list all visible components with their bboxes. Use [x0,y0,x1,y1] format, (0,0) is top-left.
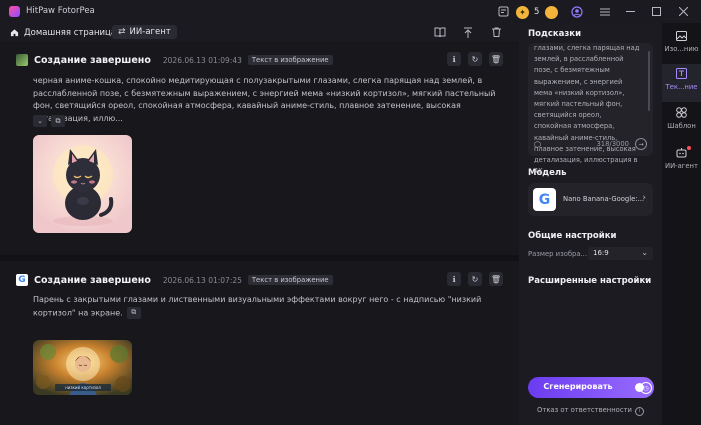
google-icon: G [16,274,28,286]
prompt-text: Парень с закрытыми глазами и лиственными… [33,294,503,320]
delete-icon[interactable]: 🗑 [489,272,503,286]
book-icon[interactable] [433,25,447,39]
generate-button[interactable]: Сгенерировать ◷ [528,377,654,398]
copy-icon[interactable]: ⧉ [126,306,141,319]
expand-icon[interactable]: ⌄ [33,115,47,127]
gallery-icon[interactable] [497,5,510,18]
menu-icon[interactable] [598,5,611,18]
model-title: Модель [528,168,567,178]
settings-panel: Подсказки глазами, слегка парящая над зе… [519,23,662,425]
card-header: Создание завершено 2026.06.13 01:09:43 Т… [16,53,333,67]
hints-title: Подсказки [528,29,582,39]
card-actions: ℹ ↻ 🗑 [440,52,503,66]
image-size-select[interactable]: 16:9 ⌄ [588,247,653,260]
home-label: Домашняя страница [24,27,117,38]
minimize-icon[interactable] [624,5,637,18]
trash-icon[interactable] [489,25,503,39]
generation-card: Создание завершено 2026.06.13 01:09:43 Т… [0,41,519,255]
clock-icon: ◷ [640,382,652,394]
tab-ai-agent[interactable]: ⇄ ИИ-агент [112,25,177,39]
prompt-textarea[interactable]: глазами, слегка парящая над землей, в ра… [534,43,640,177]
home-button[interactable]: Домашняя страница [10,26,116,39]
prompt-content: Парень с закрытыми глазами и лиственными… [33,295,482,317]
premium-icon [545,5,559,19]
model-name: Nano Banana-Google:... [563,195,645,203]
app-logo [9,6,20,17]
credits-widget[interactable]: ✦ 5 [516,5,559,19]
generation-feed: Создание завершено 2026.06.13 01:09:43 Т… [0,41,519,425]
card-time: 2026.06.13 01:09:43 [162,55,242,65]
notification-dot [687,146,691,150]
disclaimer-text: Отказ от ответственности [537,406,632,414]
card-time: 2026.06.13 01:07:25 [162,275,242,285]
scrollbar[interactable] [648,51,650,111]
credits-count: 5 [534,7,540,17]
generation-card: G Создание завершено 2026.06.13 01:07:25… [0,261,519,425]
main-toolbar: Домашняя страница ⇄ ИИ-агент [0,23,519,41]
regenerate-icon[interactable]: ↻ [468,52,482,66]
info-icon[interactable]: ℹ [447,272,461,286]
regenerate-icon[interactable]: ↻ [468,272,482,286]
card-title: Создание завершено [34,54,151,66]
size-value: 16:9 [593,249,609,257]
disclaimer-link[interactable]: Отказ от ответственности i [519,406,662,416]
info-icon: i [634,407,644,416]
copy-icon[interactable]: ⧉ [51,115,65,127]
generate-label: Сгенерировать [543,382,613,391]
card-title: Создание завершено [34,274,151,286]
prompt-footer: ⬡ 318/3000 → [534,138,647,150]
rail-item-text-to-image[interactable]: Тек...ние [662,64,701,102]
agent-tab-label: ИИ-агент [129,27,171,37]
generated-image[interactable] [33,135,132,233]
chevron-down-icon: ⌄ [641,248,648,257]
swap-icon: ⇄ [118,27,126,37]
mode-badge: Текст в изображение [247,55,333,65]
rail-item-template[interactable]: Шаблон [662,103,701,141]
rail-label: Изо...нию [664,45,699,53]
model-selector[interactable]: G Nano Banana-Google:... › [528,183,653,216]
maximize-icon[interactable] [650,5,663,18]
delete-icon[interactable]: 🗑 [489,52,503,66]
cube-icon[interactable]: ⬡ [534,140,541,149]
advanced-settings-title[interactable]: Расширенные настройки [528,276,651,286]
arrow-right-icon[interactable]: → [635,138,647,150]
prompt-editor[interactable]: глазами, слегка парящая над землей, в ра… [528,43,653,175]
google-logo-icon: G [533,188,556,211]
export-icon[interactable] [461,25,475,39]
text-image-icon [676,68,687,79]
coin-icon: ✦ [516,5,529,19]
robot-icon [676,147,687,158]
rail-item-image-to-image[interactable]: Изо...нию [662,26,701,64]
rail-label: ИИ-агент [665,162,698,170]
info-icon[interactable]: ℹ [447,52,461,66]
char-count: 318/3000 [596,140,629,148]
general-settings-title: Общие настройки [528,231,617,241]
mode-badge: Текст в изображение [247,275,333,285]
rail-item-ai-agent[interactable]: ИИ-агент [662,143,701,181]
chevron-right-icon: › [642,193,646,203]
account-icon[interactable] [570,5,583,18]
image-caption: низкий кортизол [65,385,101,390]
chevron-down-icon[interactable]: ⌄ [643,274,650,283]
image-size-label: Размер изобра... [528,250,588,258]
rail-label: Шаблон [667,122,696,130]
grid-icon [676,107,687,118]
ai-avatar-icon [16,54,28,66]
close-icon[interactable] [677,5,690,18]
app-title: HitPaw FotorPea [26,6,95,16]
tool-rail: Изо...нию Тек...ние Шаблон ИИ-агент [662,23,701,425]
prompt-text: черная аниме-кошка, спокойно медитирующа… [33,76,496,123]
generated-image[interactable]: низкий кортизол [33,340,132,395]
card-actions: ℹ ↻ 🗑 [440,272,503,286]
card-header: G Создание завершено 2026.06.13 01:07:25… [16,273,333,287]
title-bar: HitPaw FotorPea ✦ 5 [0,0,701,23]
home-icon [10,29,19,37]
image-icon [676,30,687,41]
rail-label: Тек...ние [665,83,698,91]
